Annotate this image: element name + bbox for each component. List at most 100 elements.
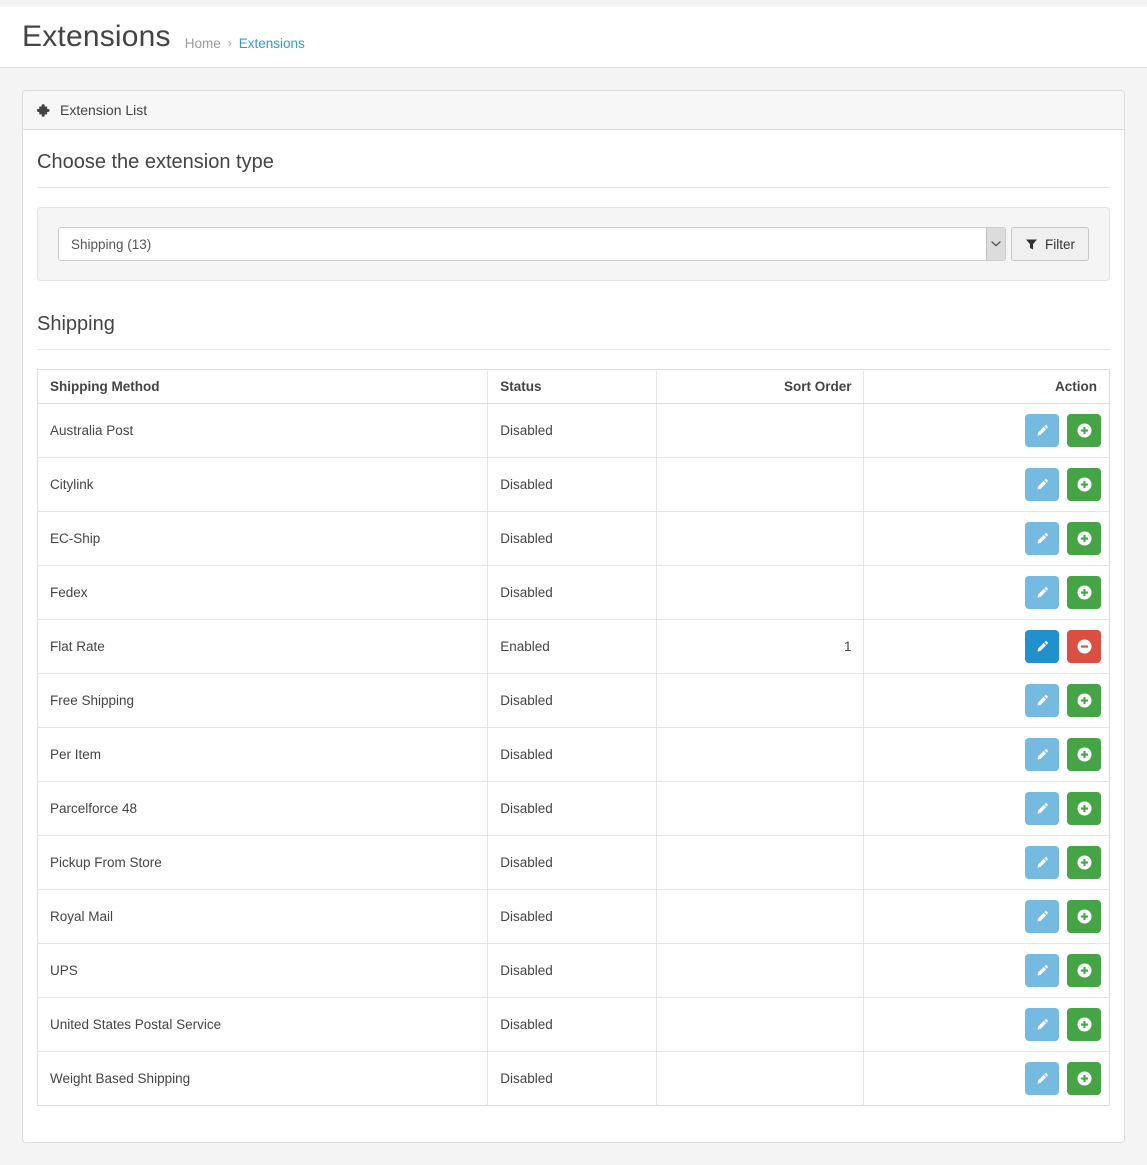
action-cell — [864, 782, 1110, 836]
extension-type-select[interactable]: Shipping (13) — [58, 227, 1006, 261]
install-button[interactable] — [1067, 1062, 1101, 1095]
pencil-icon — [1036, 586, 1049, 599]
install-button[interactable] — [1067, 468, 1101, 501]
edit-button[interactable] — [1025, 414, 1059, 447]
plus-circle-icon — [1076, 476, 1093, 493]
install-button[interactable] — [1067, 522, 1101, 555]
action-cell — [864, 944, 1110, 998]
pencil-icon — [1036, 856, 1049, 869]
plus-circle-icon — [1076, 800, 1093, 817]
table-header-row: Shipping Method Status Sort Order Action — [38, 370, 1110, 404]
panel-heading-label: Extension List — [60, 102, 147, 118]
action-cell — [864, 836, 1110, 890]
puzzle-piece-icon — [37, 103, 52, 118]
breadcrumb-extensions-link[interactable]: Extensions — [239, 36, 305, 51]
table-row: Per Item Disabled — [38, 728, 1110, 782]
status-cell: Disabled — [488, 1052, 656, 1106]
install-button[interactable] — [1067, 576, 1101, 609]
chevron-down-icon[interactable] — [986, 228, 1005, 260]
filter-button-label: Filter — [1045, 237, 1075, 252]
shipping-method-cell: Royal Mail — [38, 890, 488, 944]
action-cell — [864, 512, 1110, 566]
install-button[interactable] — [1067, 954, 1101, 987]
content-area: Extension List Choose the extension type… — [0, 68, 1147, 1165]
breadcrumb-home[interactable]: Home — [185, 36, 221, 51]
status-cell: Disabled — [488, 836, 656, 890]
edit-button[interactable] — [1025, 1062, 1059, 1095]
sort-order-cell — [656, 728, 864, 782]
table-row: Royal Mail Disabled — [38, 890, 1110, 944]
pencil-icon — [1036, 640, 1049, 653]
shipping-method-cell: EC-Ship — [38, 512, 488, 566]
minus-circle-icon — [1076, 638, 1093, 655]
action-cell — [864, 674, 1110, 728]
shipping-method-cell: Citylink — [38, 458, 488, 512]
status-cell: Disabled — [488, 944, 656, 998]
status-cell: Disabled — [488, 458, 656, 512]
pencil-icon — [1036, 1072, 1049, 1085]
filter-button[interactable]: Filter — [1011, 227, 1089, 261]
col-header-status: Status — [488, 370, 656, 404]
breadcrumb: Home › Extensions — [185, 36, 305, 51]
edit-button[interactable] — [1025, 684, 1059, 717]
status-cell: Enabled — [488, 620, 656, 674]
install-button[interactable] — [1067, 684, 1101, 717]
action-cell — [864, 566, 1110, 620]
pencil-icon — [1036, 910, 1049, 923]
edit-button[interactable] — [1025, 846, 1059, 879]
action-cell — [864, 1052, 1110, 1106]
extension-type-selected-value: Shipping (13) — [59, 237, 151, 252]
sort-order-cell — [656, 512, 864, 566]
action-cell — [864, 728, 1110, 782]
sort-order-cell — [656, 998, 864, 1052]
edit-button[interactable] — [1025, 576, 1059, 609]
shipping-method-cell: Per Item — [38, 728, 488, 782]
plus-circle-icon — [1076, 530, 1093, 547]
plus-circle-icon — [1076, 962, 1093, 979]
plus-circle-icon — [1076, 746, 1093, 763]
edit-button[interactable] — [1025, 630, 1059, 663]
shipping-extensions-table: Shipping Method Status Sort Order Action… — [37, 369, 1110, 1106]
table-row: Australia Post Disabled — [38, 404, 1110, 458]
pencil-icon — [1036, 478, 1049, 491]
edit-button[interactable] — [1025, 1008, 1059, 1041]
plus-circle-icon — [1076, 692, 1093, 709]
table-row: Flat Rate Enabled 1 — [38, 620, 1110, 674]
edit-button[interactable] — [1025, 900, 1059, 933]
sort-order-cell — [656, 782, 864, 836]
install-button[interactable] — [1067, 1008, 1101, 1041]
edit-button[interactable] — [1025, 468, 1059, 501]
shipping-method-cell: Australia Post — [38, 404, 488, 458]
action-cell — [864, 404, 1110, 458]
shipping-method-cell: Fedex — [38, 566, 488, 620]
plus-circle-icon — [1076, 854, 1093, 871]
shipping-method-cell: Flat Rate — [38, 620, 488, 674]
col-header-action: Action — [864, 370, 1110, 404]
install-button[interactable] — [1067, 792, 1101, 825]
table-row: Citylink Disabled — [38, 458, 1110, 512]
edit-button[interactable] — [1025, 522, 1059, 555]
sort-order-cell — [656, 1052, 864, 1106]
plus-circle-icon — [1076, 422, 1093, 439]
edit-button[interactable] — [1025, 792, 1059, 825]
edit-button[interactable] — [1025, 738, 1059, 771]
table-row: Parcelforce 48 Disabled — [38, 782, 1110, 836]
filter-funnel-icon — [1025, 238, 1038, 251]
page-title: Extensions — [22, 20, 171, 54]
install-button[interactable] — [1067, 414, 1101, 447]
edit-button[interactable] — [1025, 954, 1059, 987]
uninstall-button[interactable] — [1067, 630, 1101, 663]
shipping-method-cell: United States Postal Service — [38, 998, 488, 1052]
sort-order-cell — [656, 890, 864, 944]
install-button[interactable] — [1067, 738, 1101, 771]
extension-list-panel: Extension List Choose the extension type… — [22, 90, 1125, 1143]
pencil-icon — [1036, 802, 1049, 815]
sort-order-cell: 1 — [656, 620, 864, 674]
table-row: Free Shipping Disabled — [38, 674, 1110, 728]
pencil-icon — [1036, 424, 1049, 437]
col-header-sort-order: Sort Order — [656, 370, 864, 404]
install-button[interactable] — [1067, 846, 1101, 879]
install-button[interactable] — [1067, 900, 1101, 933]
col-header-shipping-method: Shipping Method — [38, 370, 488, 404]
status-cell: Disabled — [488, 404, 656, 458]
